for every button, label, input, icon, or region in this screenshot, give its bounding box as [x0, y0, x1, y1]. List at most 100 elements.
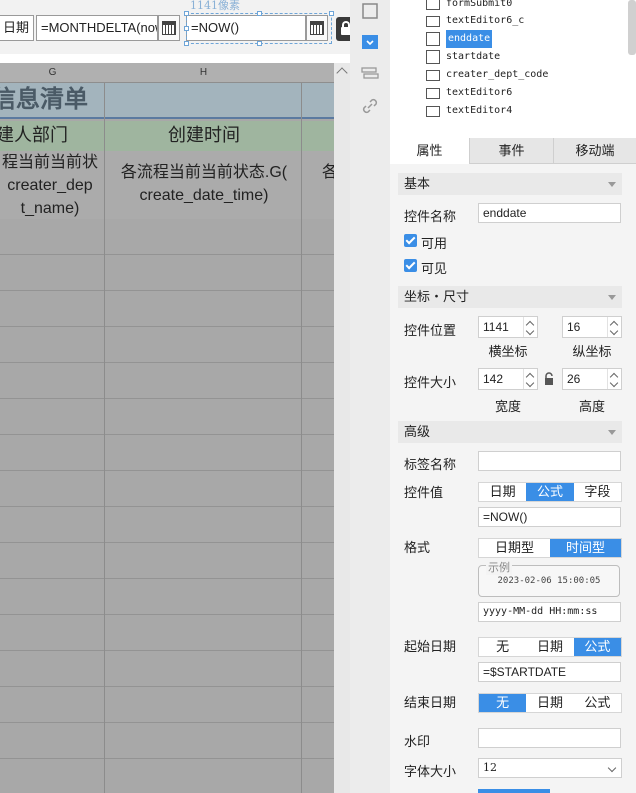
dropdown-toggle-icon[interactable]	[360, 32, 380, 52]
aspect-lock-icon[interactable]	[543, 372, 555, 386]
field-cell-g: 程当前当前状 creater_dep t_name)	[0, 151, 104, 220]
resize-handle[interactable]	[184, 26, 189, 31]
component-tree[interactable]: formSubmit0 textEditor6_c enddate startd…	[390, 0, 636, 138]
visible-checkbox[interactable]	[404, 259, 417, 272]
vertical-scrollbar[interactable]	[334, 63, 350, 793]
resize-handle[interactable]	[329, 11, 334, 16]
start-mode-none[interactable]: 无	[479, 638, 526, 656]
resize-handle[interactable]	[184, 11, 189, 16]
chevron-down-icon[interactable]	[609, 326, 619, 336]
end-mode-formula[interactable]: 公式	[574, 694, 621, 712]
column-divider	[104, 83, 105, 793]
height-stepper[interactable]: 26	[562, 368, 622, 390]
tree-item-label: textEditor6_c	[446, 15, 525, 26]
properties-panel: 属性 事件 移动端 基本 控件名称 enddate 可用 可见 坐标・尺寸 控件…	[390, 138, 636, 793]
name-input[interactable]: enddate	[478, 203, 621, 223]
resize-handle[interactable]	[257, 41, 262, 46]
field-cell-h-line: 各流程当前当前状态.G(	[120, 164, 288, 181]
start-date-label: 起始日期	[404, 639, 457, 654]
value-label: 控件值	[404, 485, 444, 500]
stepper-buttons[interactable]	[523, 317, 537, 337]
column-header-g[interactable]: G	[0, 63, 105, 83]
dropdown-icon	[426, 70, 440, 81]
design-canvas[interactable]: 日期 =MONTHDELTA(now =NOW() 1141像素 G H 信息清…	[0, 0, 350, 793]
chevron-down-icon[interactable]	[609, 378, 619, 388]
tag-label: 标签名称	[404, 457, 457, 472]
empty-rows[interactable]	[0, 219, 334, 793]
chevron-up-icon[interactable]	[336, 67, 348, 79]
y-value: 16	[567, 320, 581, 334]
spreadsheet[interactable]: G H 信息清单 建人部门 创建时间 程当前当前状 creater_dep t_…	[0, 63, 338, 793]
field-cell-g-line: t_name)	[20, 200, 80, 217]
visible-label: 可见	[421, 261, 448, 276]
title-row[interactable]: 信息清单	[0, 83, 334, 119]
link-icon[interactable]	[360, 96, 380, 116]
field-row[interactable]: 程当前当前状 creater_dep t_name) 各流程当前当前状态.G( …	[0, 151, 338, 220]
tab-events[interactable]: 事件	[470, 138, 554, 164]
value-mode-date[interactable]: 日期	[479, 483, 526, 501]
enabled-checkbox[interactable]	[404, 234, 417, 247]
calendar-icon	[162, 21, 176, 35]
size-tooltip: 1141像素	[190, 0, 240, 12]
tree-item-label: textEditor4	[446, 105, 513, 116]
date-label-widget[interactable]: 日期	[0, 15, 34, 41]
start-mode-formula[interactable]: 公式	[573, 638, 621, 656]
layers-icon[interactable]	[360, 64, 380, 84]
resize-handle[interactable]	[184, 41, 189, 46]
section-basic[interactable]: 基本	[398, 173, 622, 195]
value-mode-formula[interactable]: 公式	[526, 483, 574, 501]
chevron-down-icon[interactable]	[525, 378, 535, 388]
height-caption: 高度	[578, 399, 605, 414]
column-header-h[interactable]: H	[105, 63, 302, 83]
format-mode-toggle: 日期型 时间型	[478, 538, 622, 558]
y-stepper[interactable]: 16	[562, 316, 622, 338]
tab-properties[interactable]: 属性	[390, 138, 470, 164]
format-pattern-input[interactable]: yyyy-MM-dd HH:mm:ss	[478, 602, 621, 622]
format-mode-time[interactable]: 时间型	[550, 539, 621, 557]
format-mode-date[interactable]: 日期型	[479, 539, 550, 557]
chevron-down-icon	[607, 763, 617, 773]
section-title: 坐标・尺寸	[404, 289, 470, 304]
font-size-select[interactable]: 12	[478, 758, 622, 778]
text-field-icon	[426, 106, 440, 117]
watermark-input[interactable]	[478, 728, 621, 748]
resize-handle[interactable]	[257, 11, 262, 16]
widget-bar: 日期 =MONTHDELTA(now =NOW() 1141像素	[0, 0, 350, 54]
monthdelta-widget[interactable]: =MONTHDELTA(now	[36, 15, 158, 41]
property-tabs: 属性 事件 移动端	[390, 138, 636, 164]
section-advanced[interactable]: 高级	[398, 421, 622, 443]
lock-button[interactable]	[336, 17, 350, 41]
tree-scrollbar[interactable]	[628, 0, 636, 55]
stepper-buttons[interactable]	[607, 369, 621, 389]
start-formula-input[interactable]: =$STARTDATE	[478, 662, 621, 682]
chevron-down-icon	[608, 430, 616, 435]
x-value: 1141	[483, 320, 509, 334]
tag-input[interactable]	[478, 451, 621, 471]
y-caption: 纵坐标	[572, 344, 612, 359]
end-mode-date[interactable]: 日期	[526, 694, 573, 712]
value-mode-toggle: 日期 公式 字段	[478, 482, 622, 502]
selection-outline[interactable]	[184, 11, 334, 46]
rectangle-tool-icon[interactable]	[360, 2, 380, 22]
field-cell-g-line: creater_dep	[7, 177, 93, 194]
tab-mobile[interactable]: 移动端	[554, 138, 636, 164]
chevron-down-icon[interactable]	[525, 326, 535, 336]
start-mode-date[interactable]: 日期	[526, 638, 573, 656]
stepper-buttons[interactable]	[607, 317, 621, 337]
x-stepper[interactable]: 1141	[478, 316, 538, 338]
chevron-down-icon	[608, 295, 616, 300]
column-divider	[301, 83, 302, 793]
tree-item-label: enddate	[446, 30, 493, 48]
header-row[interactable]: 建人部门 创建时间	[0, 121, 334, 151]
value-mode-field[interactable]: 字段	[574, 483, 621, 501]
startdate-calendar-button[interactable]	[158, 15, 180, 41]
end-mode-none[interactable]: 无	[479, 694, 527, 712]
section-coords[interactable]: 坐标・尺寸	[398, 286, 622, 308]
header-cell-dept: 建人部门	[0, 125, 68, 145]
width-stepper[interactable]: 142	[478, 368, 538, 390]
value-formula-input[interactable]: =NOW()	[478, 507, 621, 527]
field-cell-g-line: 程当前当前状	[1, 154, 98, 171]
tree-item-label: startdate	[446, 51, 501, 62]
stepper-buttons[interactable]	[523, 369, 537, 389]
width-value: 142	[483, 372, 504, 386]
